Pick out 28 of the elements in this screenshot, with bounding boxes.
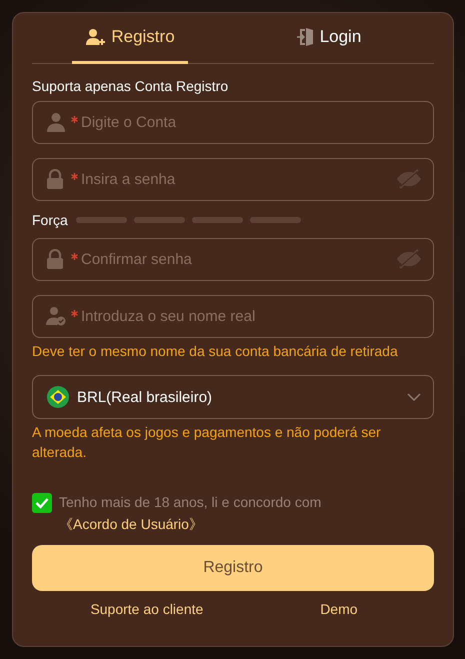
account-type-note: Suporta apenas Conta Registro [32,78,230,94]
user-agreement-link[interactable]: 《Acordo de Usuário》 [59,516,203,532]
tab[interactable]: Login [223,13,434,64]
input-field[interactable]: Confirmar senha [32,238,434,281]
verified-user-icon [46,306,66,326]
checkbox[interactable] [32,493,52,513]
register-button[interactable]: Registro [32,545,434,591]
hint-text: A moeda afeta os jogos e pagamentos e não poderá ser alterada. [32,423,382,462]
chevron-down-icon [407,393,421,401]
footer-link[interactable]: Demo [320,601,358,617]
hint-text: Deve ter o mesmo nome da sua conta bancária de retirada [32,342,399,361]
strength-label: Força [32,212,68,228]
footer-link[interactable]: Suporte ao cliente [90,601,204,617]
check-icon [35,497,49,509]
user-icon [46,112,66,132]
currency-select[interactable]: BRL(Real brasileiro) [32,375,434,419]
lock-icon [46,169,64,189]
input-field[interactable]: Introduza o seu nome real [32,295,434,338]
input-field[interactable]: Digite o Conta [32,101,434,144]
agreement-text: Tenho mais de 18 anos, li e concordo com 《Acordo de Usuário》 [59,493,322,534]
eye-off-icon[interactable] [396,249,422,269]
input-field[interactable]: Insira a senha [32,158,434,201]
flag-icon [47,386,69,408]
door-icon [296,27,314,47]
eye-off-icon[interactable] [396,169,422,189]
user-plus-icon [85,28,106,46]
lock-icon [46,249,64,269]
tab[interactable]: Registro [72,13,188,64]
